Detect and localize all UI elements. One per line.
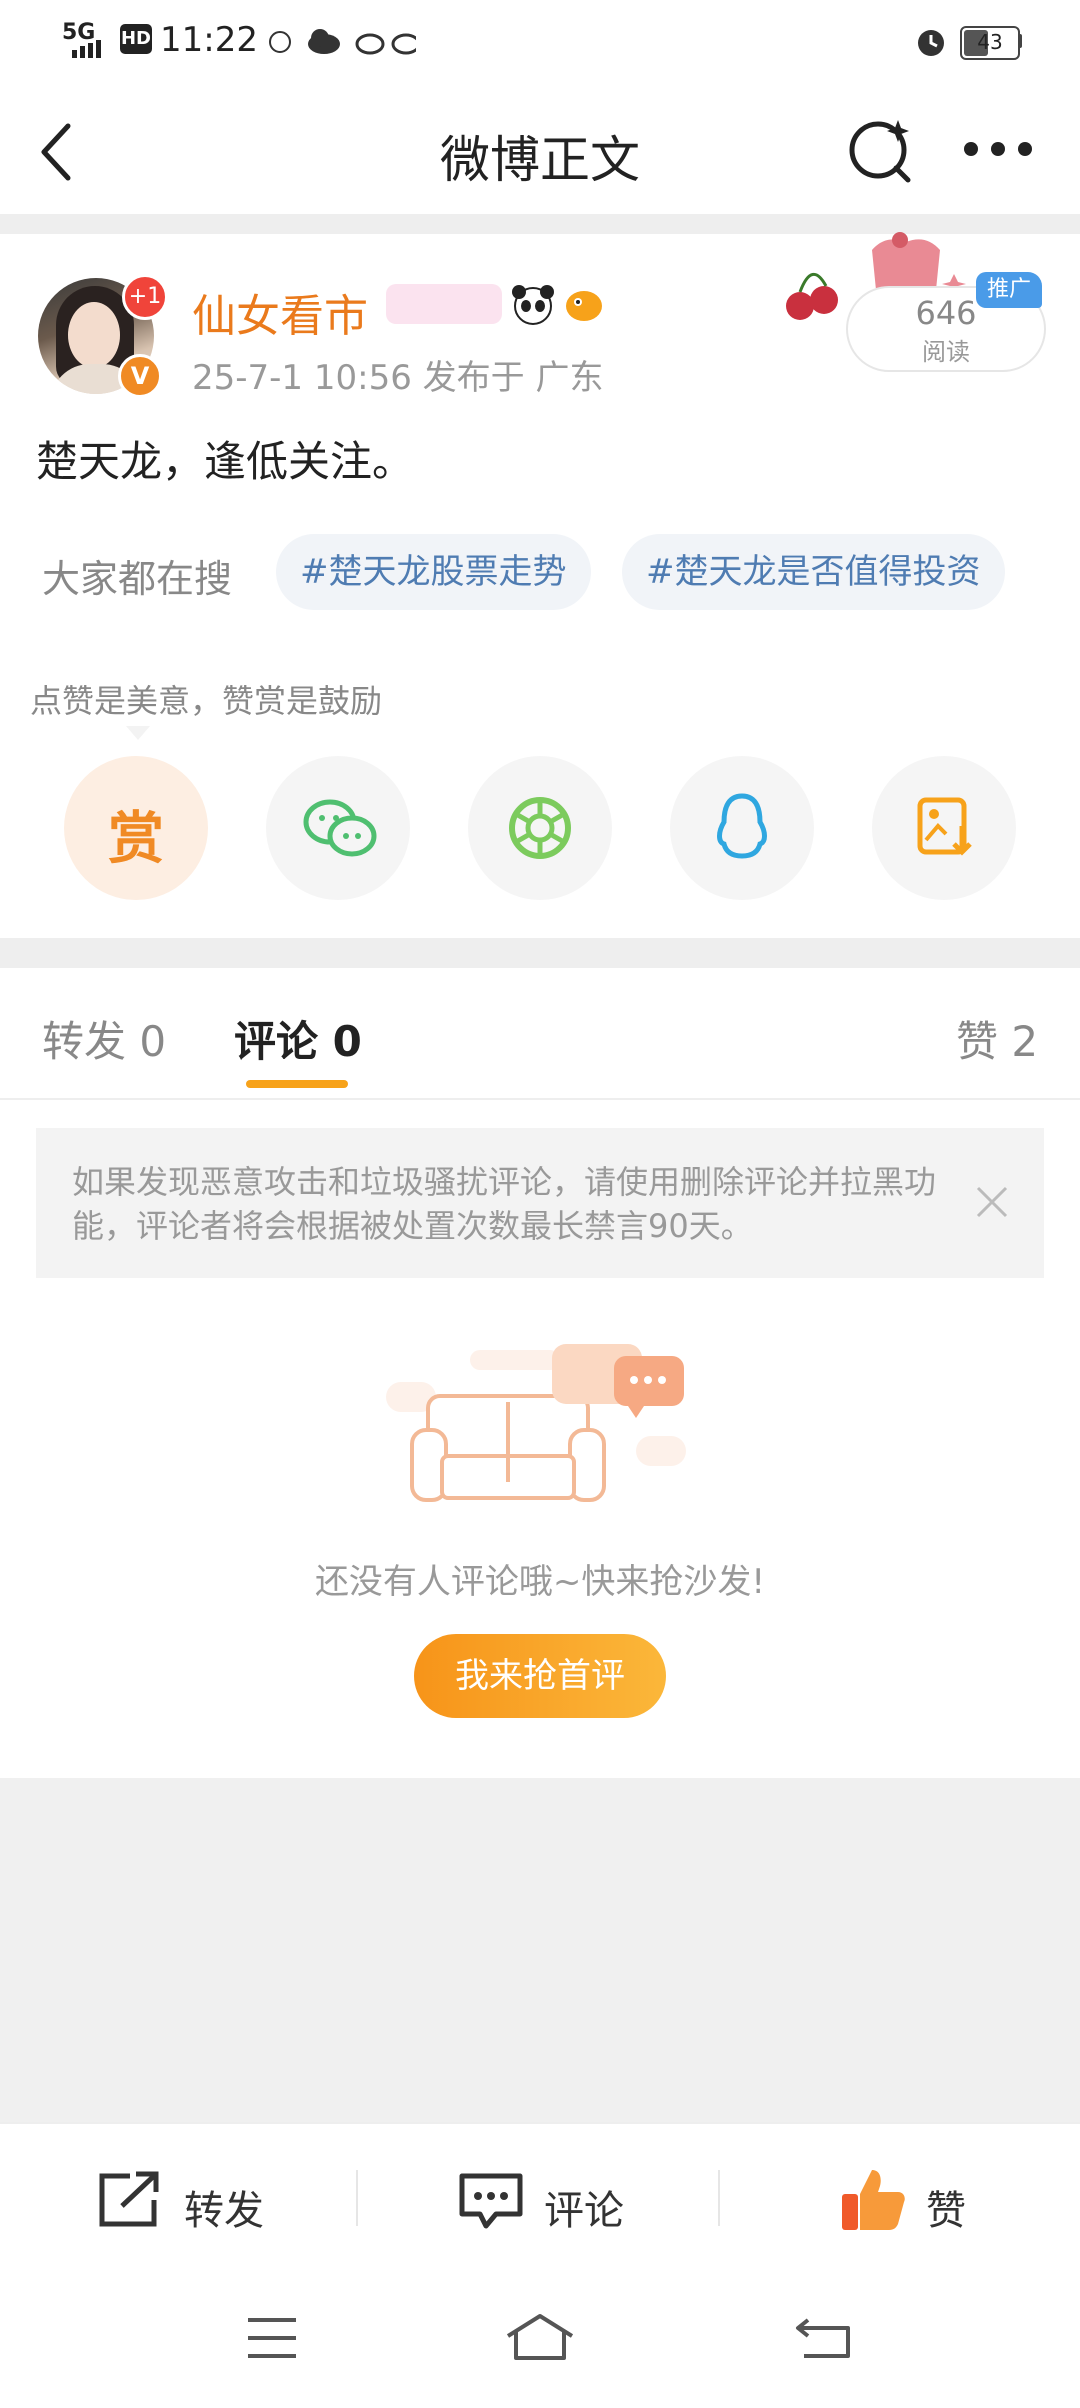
close-icon[interactable] [976,1186,1008,1218]
save-image-button[interactable] [872,756,1016,900]
promo-badge[interactable]: 推广 [976,272,1042,308]
comment-icon[interactable] [456,2170,526,2232]
notification-icons [269,29,416,55]
menu-icon[interactable] [244,2316,300,2360]
trending-search-label: 大家都在搜 [42,557,233,601]
more-icon[interactable] [962,140,1034,158]
empty-area [0,1778,1080,2122]
verified-badge: V [118,354,162,398]
tab-like[interactable]: 赞 2 [956,1008,1038,1069]
clock: 11:22 [160,20,258,60]
repost-button[interactable]: 转发 [184,2178,264,2236]
back-nav-icon[interactable] [794,2314,854,2360]
system-nav-bar [0,2280,1080,2408]
tab-repost[interactable]: 转发 0 [42,1008,166,1069]
repost-icon[interactable] [96,2170,164,2230]
hd-icon: HD [120,24,152,54]
page-title: 微博正文 [440,131,640,189]
comment-notice-text: 如果发现恶意攻击和垃圾骚扰评论，请使用删除评论并拉黑功能，评论者将会根据被处置次… [72,1163,937,1245]
reward-button[interactable]: 赏 [64,756,208,900]
qq-icon [717,793,767,859]
header: 微博正文 [0,84,1080,214]
first-comment-button[interactable]: 我来抢首评 [414,1634,666,1718]
sofa-illustration-icon [386,1344,686,1502]
tabs-divider [0,1098,1080,1100]
empty-comments-text: 还没有人评论哦~快来抢沙发! [314,1562,766,1602]
moments-icon [509,797,571,859]
praise-hint-pointer [126,726,150,740]
share-wechat-button[interactable] [266,756,410,900]
search-chip[interactable]: #楚天龙股票走势 [276,534,591,610]
search-chip[interactable]: #楚天龙是否值得投资 [622,534,1005,610]
tab-comment[interactable]: 评论 0 [234,1008,362,1069]
follow-badge: +1 [122,274,168,320]
share-moments-button[interactable] [468,756,612,900]
status-bar: 5G HD 11:22 43 [0,0,1080,84]
read-label: 阅读 [922,338,970,366]
share-qq-button[interactable] [670,756,814,900]
like-icon[interactable] [838,2164,908,2234]
post-meta: 25-7-1 10:56 发布于 广东 [192,358,604,398]
medal-badge-icon [386,284,502,324]
username[interactable]: 仙女看市 [192,280,368,344]
save-image-icon [917,797,972,856]
fish-icon [566,291,602,321]
wechat-icon [303,799,377,857]
praise-hint: 点赞是美意，赞赏是鼓励 [30,682,383,720]
signal-icon [72,40,101,58]
alarm-icon [918,30,944,56]
home-icon[interactable] [504,2312,576,2362]
search-icon[interactable] [846,114,916,184]
panda-icon [512,285,554,325]
battery-icon: 43 [960,26,1020,60]
section-divider [0,938,1080,968]
active-tab-indicator [246,1080,348,1088]
post-content: 楚天龙，逢低关注。 [36,437,415,486]
comment-button[interactable]: 评论 [544,2178,624,2236]
like-button[interactable]: 赞 [926,2178,966,2236]
